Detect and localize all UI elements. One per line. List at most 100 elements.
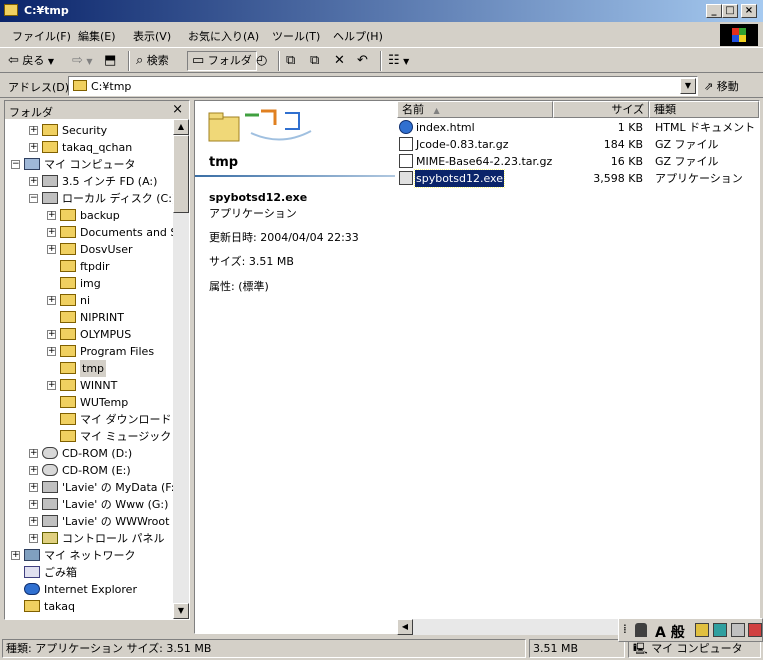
tree-item-label: backup — [80, 209, 120, 222]
expand-icon[interactable]: + — [47, 211, 56, 220]
views-button[interactable]: ☷ ▼ — [388, 52, 409, 70]
menu-tools[interactable]: ツール(T) — [272, 28, 320, 44]
folder-icon — [60, 311, 76, 323]
ime-handle-icon[interactable]: ⁞ — [623, 622, 627, 636]
folder-pane-header: フォルダ × — [5, 101, 189, 119]
tree-item-label: コントロール パネル — [62, 532, 165, 545]
history-button[interactable]: ◴ — [256, 52, 267, 70]
window-title: C:¥tmp — [24, 4, 69, 17]
expand-icon[interactable]: + — [11, 551, 20, 560]
ime-toolbar: ⁞ A 般 — [618, 618, 763, 642]
folder-icon — [60, 209, 76, 221]
tree-item-label: tmp — [80, 360, 107, 377]
file-row[interactable]: MIME-Base64-2.23.tar.gz 16 KB GZ ファイル — [397, 153, 759, 170]
folder-scrollbar[interactable]: ▲ ▼ — [173, 119, 189, 619]
expand-icon[interactable]: + — [47, 330, 56, 339]
folder-icon — [60, 430, 76, 442]
address-input[interactable]: C:¥tmp ▼ — [68, 76, 698, 96]
folder-title: tmp — [209, 155, 239, 170]
network-drive-icon — [42, 515, 58, 527]
back-label: 戻る — [22, 54, 45, 67]
menu-edit[interactable]: 編集(E) — [78, 28, 116, 44]
title-bar[interactable]: C:¥tmp _ □ × — [0, 0, 763, 22]
column-header-size[interactable]: サイズ — [553, 101, 649, 118]
scroll-down-icon[interactable]: ▼ — [173, 603, 189, 619]
search-icon: ⌕ — [136, 53, 144, 68]
tree-item-label: takaq — [44, 600, 75, 613]
ime-pen-icon[interactable] — [635, 623, 647, 637]
tree-item-label: 'Lavie' の Www (G:) — [62, 498, 169, 511]
close-pane-icon[interactable]: × — [172, 102, 183, 117]
expand-icon[interactable]: + — [29, 500, 38, 509]
back-button[interactable]: ⇦ 戻る ▼ — [8, 52, 54, 70]
ime-pad-icon[interactable] — [731, 623, 745, 637]
gz-file-icon — [399, 154, 413, 168]
chevron-down-icon[interactable]: ▼ — [680, 78, 696, 94]
copy-to-button[interactable]: ⧉ — [310, 52, 319, 70]
status-zone-label: マイ コンピュータ — [651, 642, 743, 655]
up-folder-button[interactable]: ⬒ — [104, 52, 116, 70]
file-row[interactable]: Jcode-0.83.tar.gz 184 KB GZ ファイル — [397, 136, 759, 153]
expand-icon[interactable]: + — [47, 228, 56, 237]
control-panel-icon — [42, 532, 58, 544]
maximize-button[interactable]: □ — [722, 4, 738, 18]
search-button[interactable]: ⌕ 検索 — [136, 52, 169, 70]
menu-view[interactable]: 表示(V) — [133, 28, 171, 44]
network-icon — [24, 549, 40, 561]
ime-help-icon[interactable] — [748, 623, 762, 637]
column-header-name[interactable]: 名前 ▲ — [397, 101, 553, 118]
expand-icon[interactable]: + — [47, 347, 56, 356]
collapse-icon[interactable]: − — [29, 194, 38, 203]
tree-item-label: Program Files — [80, 345, 155, 358]
expand-icon[interactable]: + — [47, 381, 56, 390]
collapse-icon[interactable]: − — [11, 160, 20, 169]
scroll-thumb[interactable] — [173, 135, 189, 213]
folder-icon — [60, 345, 76, 357]
expand-icon[interactable]: + — [29, 126, 38, 135]
expand-icon[interactable]: + — [29, 534, 38, 543]
expand-icon[interactable]: + — [29, 143, 38, 152]
file-name: spybotsd12.exe — [414, 169, 505, 188]
expand-icon[interactable]: + — [29, 517, 38, 526]
undo-button[interactable]: ↶ — [357, 52, 368, 70]
expand-icon[interactable]: + — [47, 296, 56, 305]
file-size: 16 KB — [610, 155, 643, 168]
expand-icon[interactable]: + — [29, 177, 38, 186]
minimize-button[interactable]: _ — [706, 4, 722, 18]
tree-item-label: 'Lavie' の MyData (F: — [62, 481, 173, 494]
ime-dictionary-icon[interactable] — [695, 623, 709, 637]
folders-button[interactable]: ▭ フォルダ — [187, 51, 257, 71]
folder-icon — [24, 600, 40, 612]
ime-tool-icon[interactable] — [713, 623, 727, 637]
menu-favorites[interactable]: お気に入り(A) — [188, 28, 259, 44]
menu-help[interactable]: ヘルプ(H) — [333, 28, 383, 44]
expand-icon[interactable]: + — [29, 483, 38, 492]
cd-drive-icon — [42, 464, 58, 476]
scroll-left-icon[interactable]: ◀ — [397, 619, 413, 635]
expand-icon[interactable]: + — [29, 449, 38, 458]
tree-item-label: ごみ箱 — [44, 566, 77, 579]
folder-icon — [60, 226, 76, 238]
delete-button[interactable]: ✕ — [334, 52, 345, 70]
address-value: C:¥tmp — [91, 80, 132, 93]
scroll-up-icon[interactable]: ▲ — [173, 119, 189, 135]
go-button[interactable]: ⇗ 移動 — [704, 78, 739, 94]
tree-item-label: CD-ROM (D:) — [62, 447, 133, 460]
column-header-type[interactable]: 種類 — [649, 101, 759, 118]
up-folder-icon: ⬒ — [104, 53, 117, 68]
tree-item-label: マイ ネットワーク — [44, 549, 136, 562]
close-button[interactable]: × — [741, 4, 757, 18]
file-row[interactable]: index.html 1 KB HTML ドキュメント — [397, 119, 759, 136]
selected-file-modified: 更新日時: 2004/04/04 22:33 — [209, 231, 359, 244]
move-to-button[interactable]: ⧉ — [286, 52, 295, 70]
expand-icon[interactable]: + — [29, 466, 38, 475]
file-row[interactable]: spybotsd12.exe 3,598 KB アプリケーション — [397, 169, 759, 188]
forward-button[interactable]: ⇨ ▼ — [72, 52, 93, 70]
menu-file[interactable]: ファイル(F) — [12, 28, 71, 44]
selected-file-attributes: 属性: (標準) — [209, 280, 269, 293]
selected-file-type: アプリケーション — [209, 207, 297, 220]
ime-mode[interactable]: A 般 — [655, 622, 685, 642]
status-info: 種類: アプリケーション サイズ: 3.51 MB — [2, 639, 526, 658]
move-to-icon: ⧉ — [286, 53, 296, 68]
expand-icon[interactable]: + — [47, 245, 56, 254]
